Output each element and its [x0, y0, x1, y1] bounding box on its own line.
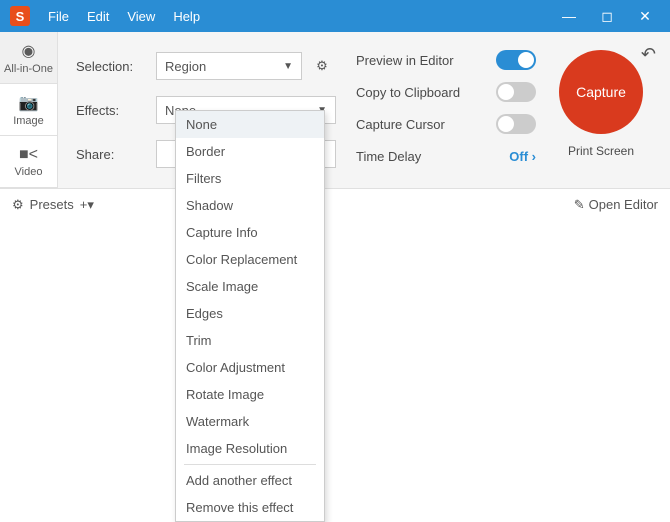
titlebar: S File Edit View Help — ◻ ✕	[0, 0, 670, 32]
menu-edit[interactable]: Edit	[79, 5, 117, 28]
close-button[interactable]: ✕	[630, 8, 660, 25]
dropdown-item[interactable]: Shadow	[176, 192, 324, 219]
timedelay-link[interactable]: Off ›	[509, 149, 536, 164]
menubar: File Edit View Help	[40, 5, 208, 28]
dropdown-item[interactable]: Add another effect	[176, 467, 324, 494]
menu-help[interactable]: Help	[165, 5, 208, 28]
sidebar-item-video[interactable]: ■< Video	[0, 136, 57, 188]
dropdown-item[interactable]: Scale Image	[176, 273, 324, 300]
app-logo: S	[10, 6, 30, 26]
dropdown-item[interactable]: Image Resolution	[176, 435, 324, 462]
dropdown-item[interactable]: Filters	[176, 165, 324, 192]
target-icon: ◉	[22, 41, 36, 61]
main-panel: Selection: Region ▼ ⚙ Effects: None ▼ Sh…	[58, 32, 670, 188]
window-controls: — ◻ ✕	[554, 8, 660, 25]
video-icon: ■<	[19, 146, 38, 164]
dropdown-item[interactable]: Watermark	[176, 408, 324, 435]
dropdown-item[interactable]: None	[176, 111, 324, 138]
undo-icon: ↶	[641, 44, 656, 64]
edit-icon: ✎	[574, 197, 585, 213]
option-cursor: Capture Cursor	[356, 108, 536, 140]
effects-dropdown-menu: NoneBorderFiltersShadowCapture InfoColor…	[175, 110, 325, 522]
undo-button[interactable]: ↶	[641, 44, 656, 65]
minimize-button[interactable]: —	[554, 8, 584, 24]
label-share: Share:	[76, 147, 156, 162]
bottom-bar: ⚙ Presets +▾ ✎ Open Editor	[0, 188, 670, 220]
options-column: Preview in Editor Copy to Clipboard Capt…	[356, 44, 536, 176]
sidebar-item-allinone[interactable]: ◉ All-in-One	[0, 32, 57, 84]
dropdown-item[interactable]: Color Adjustment	[176, 354, 324, 381]
option-label: Copy to Clipboard	[356, 85, 460, 100]
dropdown-item[interactable]: Edges	[176, 300, 324, 327]
dropdown-item[interactable]: Trim	[176, 327, 324, 354]
plus-icon: +▾	[80, 197, 94, 213]
menu-view[interactable]: View	[119, 5, 163, 28]
option-label: Capture Cursor	[356, 117, 445, 132]
option-preview: Preview in Editor	[356, 44, 536, 76]
option-timedelay: Time Delay Off ›	[356, 140, 536, 172]
selection-dropdown[interactable]: Region ▼	[156, 52, 302, 80]
maximize-button[interactable]: ◻	[592, 8, 622, 25]
presets-label: Presets	[30, 197, 74, 212]
selection-value: Region	[165, 59, 283, 74]
sidebar: ◉ All-in-One 📷 Image ■< Video	[0, 32, 58, 188]
dropdown-item[interactable]: Remove this effect	[176, 494, 324, 521]
row-selection: Selection: Region ▼ ⚙	[76, 44, 336, 88]
dropdown-item[interactable]: Color Replacement	[176, 246, 324, 273]
selection-settings-button[interactable]: ⚙	[308, 52, 336, 80]
camera-icon: 📷	[19, 93, 39, 113]
option-clipboard: Copy to Clipboard	[356, 76, 536, 108]
dropdown-item[interactable]: Rotate Image	[176, 381, 324, 408]
sidebar-label: Image	[13, 115, 44, 127]
open-editor-button[interactable]: ✎ Open Editor	[574, 197, 658, 213]
label-selection: Selection:	[76, 59, 156, 74]
toggle-clipboard[interactable]	[496, 82, 536, 102]
gear-icon: ⚙	[12, 197, 24, 213]
chevron-down-icon: ▼	[283, 61, 293, 72]
sidebar-label: Video	[15, 166, 43, 178]
open-editor-label: Open Editor	[589, 197, 658, 212]
sidebar-label: All-in-One	[4, 63, 53, 75]
capture-hint: Print Screen	[568, 144, 634, 158]
capture-button[interactable]: Capture	[559, 50, 643, 134]
separator	[184, 464, 316, 465]
presets-button[interactable]: ⚙ Presets +▾	[12, 197, 94, 213]
option-label: Time Delay	[356, 149, 421, 164]
label-effects: Effects:	[76, 103, 156, 118]
capture-column: ↶ Capture Print Screen	[546, 44, 656, 176]
toggle-cursor[interactable]	[496, 114, 536, 134]
dropdown-item[interactable]: Border	[176, 138, 324, 165]
gear-icon: ⚙	[316, 58, 328, 74]
sidebar-item-image[interactable]: 📷 Image	[0, 84, 57, 136]
option-label: Preview in Editor	[356, 53, 454, 68]
app-body: ◉ All-in-One 📷 Image ■< Video Selection:…	[0, 32, 670, 188]
dropdown-item[interactable]: Capture Info	[176, 219, 324, 246]
toggle-preview[interactable]	[496, 50, 536, 70]
menu-file[interactable]: File	[40, 5, 77, 28]
